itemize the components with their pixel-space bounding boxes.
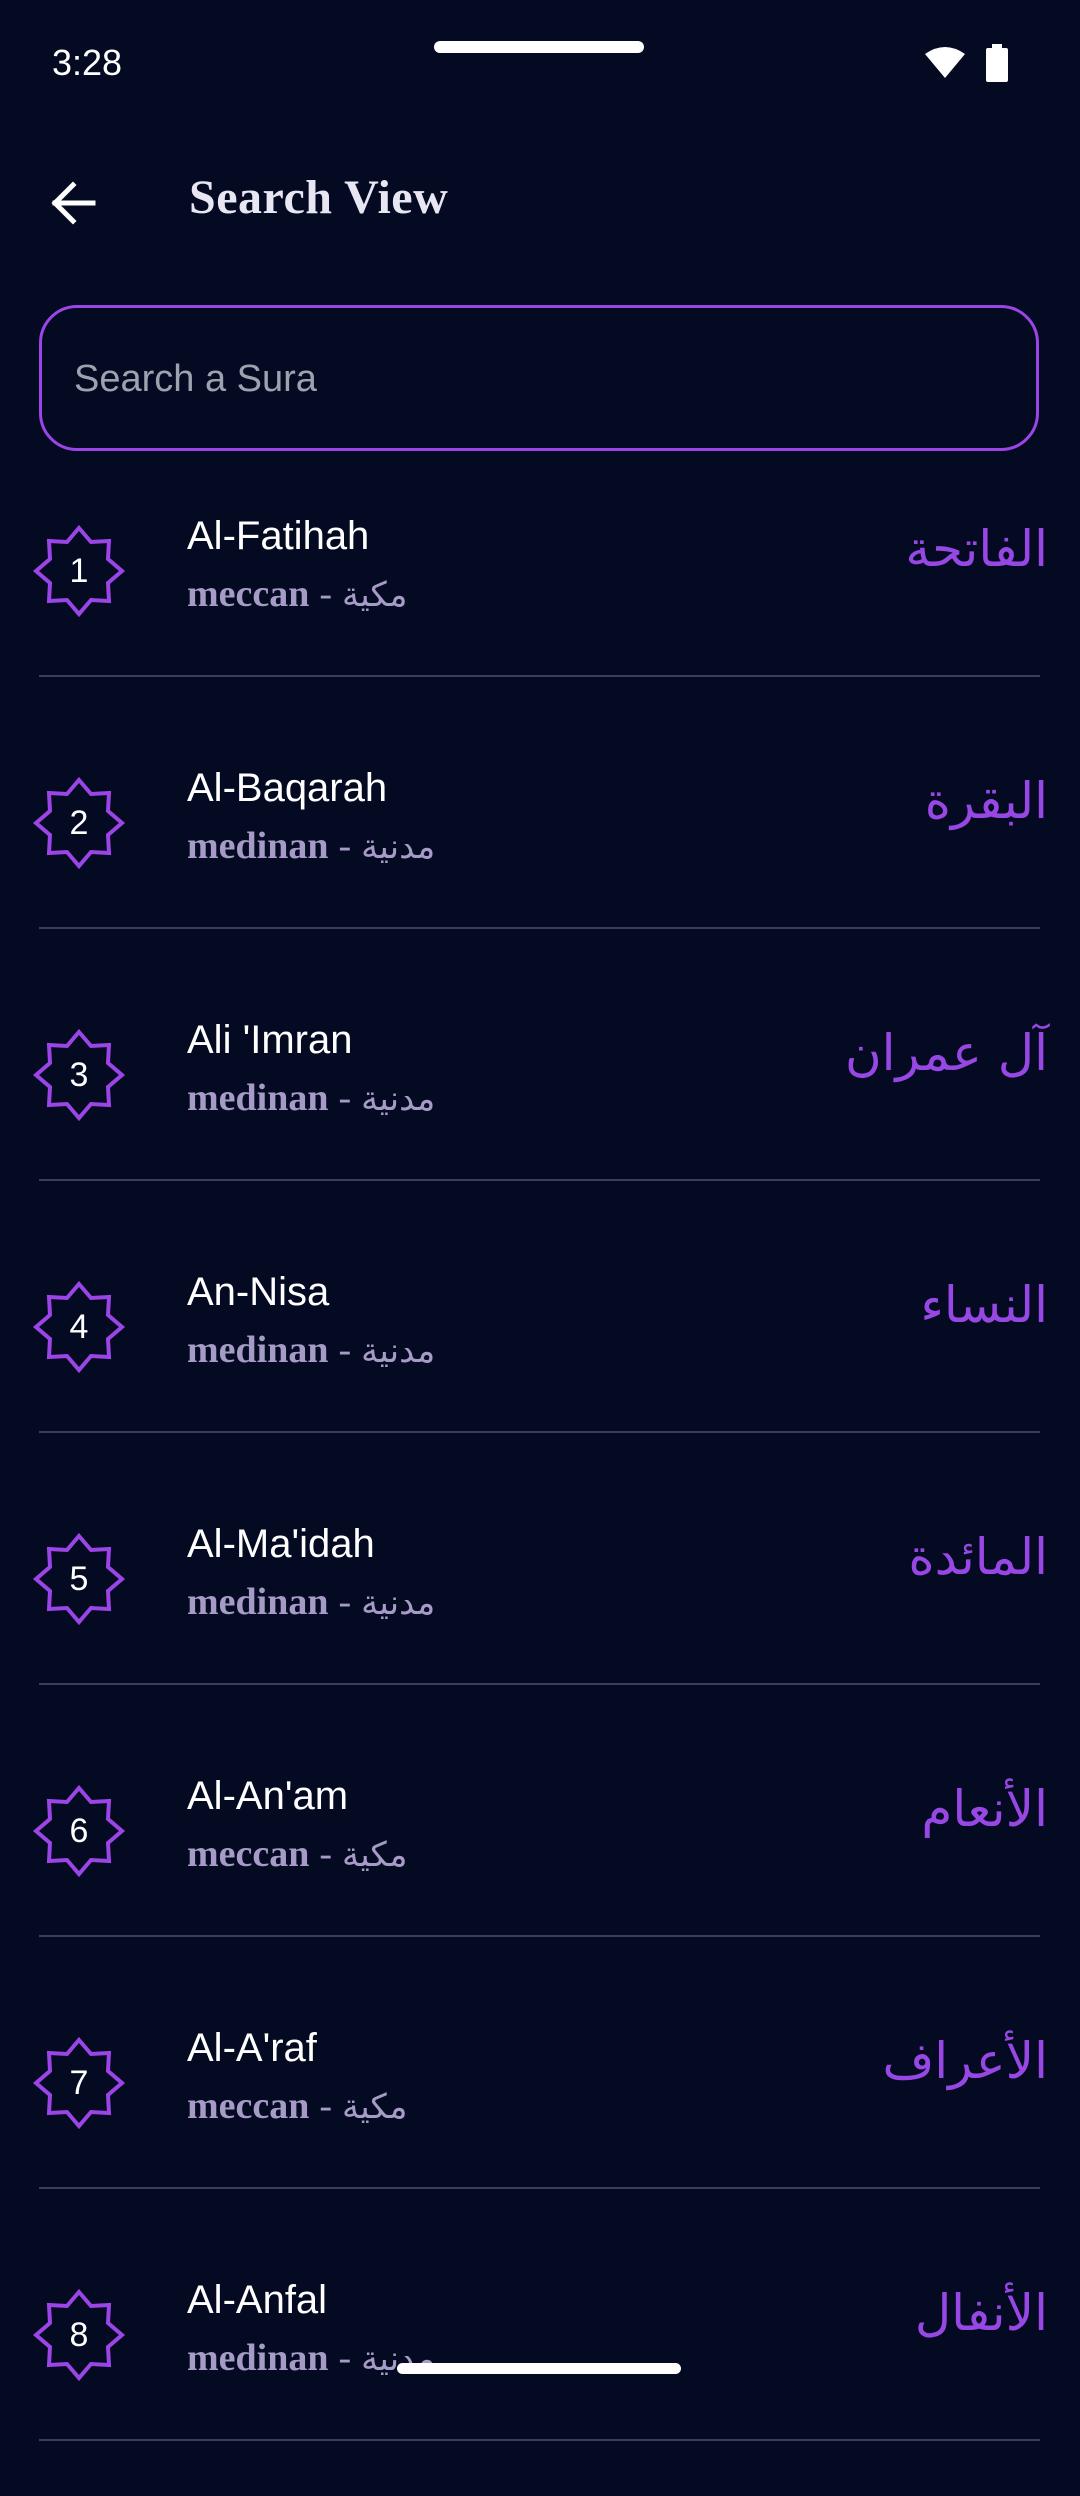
sura-list-item[interactable]: 4 An-Nisa medinan - مدنية النساء xyxy=(0,1236,1080,1488)
revelation-type-arabic: مدنية xyxy=(361,1079,436,1119)
revelation-type-english: meccan xyxy=(187,1833,310,1875)
sura-number: 4 xyxy=(69,1307,89,1346)
home-indicator xyxy=(397,2363,681,2374)
sura-arabic-name: الأنعام xyxy=(921,1780,1048,1838)
sura-list-item[interactable]: 7 Al-A'raf meccan - مكية الأعراف xyxy=(0,1992,1080,2244)
revelation-type-separator: - xyxy=(319,1833,333,1875)
sura-revelation-type: medinan - مدنية xyxy=(187,824,435,868)
revelation-type-arabic: مدنية xyxy=(361,1331,436,1371)
revelation-type-english: medinan xyxy=(187,2337,329,2379)
divider xyxy=(39,1179,1040,1181)
sura-name: Al-Baqarah xyxy=(187,766,388,810)
revelation-type-english: meccan xyxy=(187,573,310,615)
sura-name: Al-An'am xyxy=(187,1774,349,1818)
divider xyxy=(39,1431,1040,1433)
sura-number: 2 xyxy=(69,803,89,842)
revelation-type-arabic: مدنية xyxy=(361,1583,436,1623)
sura-list-item[interactable]: 2 Al-Baqarah medinan - مدنية البقرة xyxy=(0,732,1080,984)
sura-number-badge: 2 xyxy=(30,774,128,872)
revelation-type-separator: - xyxy=(338,1077,352,1119)
sura-revelation-type: medinan - مدنية xyxy=(187,2336,435,2380)
sura-name: Al-Fatihah xyxy=(187,514,370,558)
back-button[interactable] xyxy=(28,172,118,238)
revelation-type-english: medinan xyxy=(187,1077,329,1119)
sura-name: Al-Anfal xyxy=(187,2278,328,2322)
page-title: Search View xyxy=(189,171,449,224)
revelation-type-separator: - xyxy=(338,1581,352,1623)
sura-arabic-name: الأعراف xyxy=(882,2032,1048,2090)
sura-list-item[interactable]: 5 Al-Ma'idah medinan - مدنية المائدة xyxy=(0,1488,1080,1740)
divider xyxy=(39,1683,1040,1685)
status-time: 3:28 xyxy=(52,42,123,83)
camera-notch xyxy=(434,41,644,53)
sura-number-badge: 5 xyxy=(30,1530,128,1628)
sura-number: 5 xyxy=(69,1559,89,1598)
revelation-type-english: medinan xyxy=(187,1581,329,1623)
sura-name: Al-A'raf xyxy=(187,2026,317,2070)
divider xyxy=(39,927,1040,929)
battery-icon xyxy=(986,44,1008,82)
revelation-type-arabic: مكية xyxy=(342,2087,408,2127)
sura-list-item[interactable]: 6 Al-An'am meccan - مكية الأنعام xyxy=(0,1740,1080,1992)
revelation-type-separator: - xyxy=(338,825,352,867)
revelation-type-separator: - xyxy=(319,573,333,615)
sura-number: 8 xyxy=(69,2315,89,2354)
sura-arabic-name: الفاتحة xyxy=(905,520,1048,578)
arrow-left-icon xyxy=(49,180,97,230)
divider xyxy=(39,2439,1040,2441)
sura-number-badge: 3 xyxy=(30,1026,128,1124)
revelation-type-separator: - xyxy=(338,2337,352,2379)
sura-number-badge: 6 xyxy=(30,1782,128,1880)
divider xyxy=(39,1935,1040,1937)
sura-number: 6 xyxy=(69,1811,89,1850)
sura-name: An-Nisa xyxy=(187,1270,330,1314)
sura-number-badge: 1 xyxy=(30,522,128,620)
sura-number-badge: 7 xyxy=(30,2034,128,2132)
sura-revelation-type: meccan - مكية xyxy=(187,572,408,616)
search-box xyxy=(39,305,1039,451)
sura-list-item[interactable]: 1 Al-Fatihah meccan - مكية الفاتحة xyxy=(0,480,1080,732)
sura-arabic-name: النساء xyxy=(920,1276,1048,1334)
sura-name: Al-Ma'idah xyxy=(187,1522,375,1566)
revelation-type-english: medinan xyxy=(187,825,329,867)
revelation-type-separator: - xyxy=(319,2085,333,2127)
revelation-type-separator: - xyxy=(338,1329,352,1371)
search-input[interactable] xyxy=(72,308,996,450)
divider xyxy=(39,2187,1040,2189)
sura-revelation-type: medinan - مدنية xyxy=(187,1328,435,1372)
revelation-type-arabic: مدنية xyxy=(361,827,436,867)
sura-revelation-type: meccan - مكية xyxy=(187,2084,408,2128)
sura-list-item[interactable]: 3 Ali 'Imran medinan - مدنية آل عمران xyxy=(0,984,1080,1236)
sura-list: 1 Al-Fatihah meccan - مكية الفاتحة 2 Al-Ba… xyxy=(0,480,1080,2496)
wifi-icon xyxy=(924,46,966,80)
sura-number: 3 xyxy=(69,1055,89,1094)
sura-name: Ali 'Imran xyxy=(187,1018,353,1062)
sura-revelation-type: medinan - مدنية xyxy=(187,1076,435,1120)
sura-revelation-type: medinan - مدنية xyxy=(187,1580,435,1624)
revelation-type-arabic: مكية xyxy=(342,1835,408,1875)
revelation-type-arabic: مكية xyxy=(342,575,408,615)
sura-arabic-name: البقرة xyxy=(924,772,1048,830)
status-bar: 3:28 xyxy=(0,0,1080,120)
divider xyxy=(39,675,1040,677)
app-bar: Search View xyxy=(0,150,1080,260)
revelation-type-english: medinan xyxy=(187,1329,329,1371)
revelation-type-english: meccan xyxy=(187,2085,310,2127)
sura-number-badge: 4 xyxy=(30,1278,128,1376)
sura-number: 7 xyxy=(69,2063,89,2102)
sura-arabic-name: المائدة xyxy=(908,1528,1048,1586)
sura-number-badge: 8 xyxy=(30,2286,128,2384)
status-icons xyxy=(924,44,1008,82)
sura-arabic-name: آل عمران xyxy=(844,1024,1048,1082)
sura-number: 1 xyxy=(69,551,89,590)
sura-arabic-name: الأنفال xyxy=(914,2284,1048,2342)
sura-revelation-type: meccan - مكية xyxy=(187,1832,408,1876)
